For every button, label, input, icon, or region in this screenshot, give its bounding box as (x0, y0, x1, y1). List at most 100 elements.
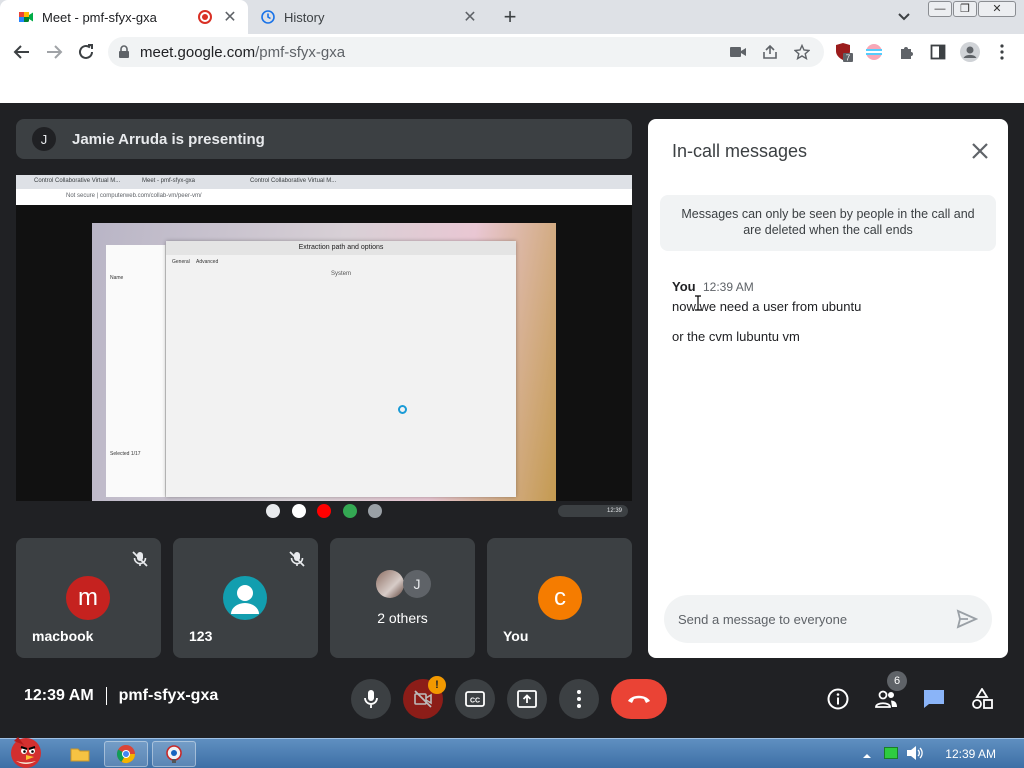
close-icon[interactable] (968, 139, 992, 163)
meeting-details-button[interactable] (825, 686, 851, 712)
back-button[interactable] (10, 40, 34, 64)
recording-icon (198, 10, 212, 24)
avatar: c (538, 576, 582, 620)
new-tab-button[interactable]: + (498, 4, 522, 30)
participant-name: macbook (32, 628, 94, 644)
file-list-header: Name (110, 275, 124, 281)
microphone-button[interactable] (351, 679, 391, 719)
meeting-time: 12:39 AM (24, 687, 94, 704)
people-count-badge: 6 (887, 671, 907, 691)
shared-browser-tabs: Control Collaborative Virtual M... Meet … (16, 175, 632, 189)
microphone-icon (364, 690, 378, 708)
text-cursor-icon (695, 295, 701, 311)
system-window-title: System (330, 271, 351, 277)
volume-icon[interactable] (906, 745, 924, 761)
profile-avatar-icon[interactable] (960, 42, 980, 62)
loading-spinner-icon (398, 405, 407, 414)
camera-warning-badge: ! (428, 676, 446, 694)
hang-up-icon (628, 695, 650, 703)
taskbar-chrome[interactable] (104, 741, 148, 767)
dialog-tab-general: General (172, 259, 190, 265)
avatar: m (66, 576, 110, 620)
start-button[interactable] (4, 731, 46, 768)
more-options-button[interactable] (559, 679, 599, 719)
closed-captions-icon: CC (465, 691, 485, 707)
message-time: 12:39 AM (703, 280, 754, 294)
close-tab-icon[interactable]: ✕ (462, 7, 478, 27)
tab-strip: Meet - pmf-sfyx-gxa ✕ History ✕ + — ❐ ✕ (0, 0, 1024, 34)
explorer-folder-icon[interactable] (70, 744, 90, 764)
taskbar-app[interactable] (152, 741, 196, 767)
meet-app-icon (343, 504, 357, 518)
participant-tile-others[interactable]: J 2 others (330, 538, 475, 658)
bookmark-star-icon[interactable] (792, 42, 812, 62)
shared-url: Not secure | computerweb.com/collab-vm/p… (66, 193, 202, 199)
extensions-puzzle-icon[interactable] (896, 42, 916, 62)
lock-icon (119, 45, 129, 58)
settings-icon (368, 504, 382, 518)
camera-in-use-icon[interactable] (728, 42, 748, 62)
participant-tile-you[interactable]: c You (487, 538, 632, 658)
shared-tab-3: Control Collaborative Virtual M... (250, 178, 337, 184)
network-status-icon[interactable] (884, 747, 898, 759)
restore-window-button[interactable]: ❐ (953, 1, 977, 17)
present-screen-icon (517, 690, 537, 708)
participant-tile-macbook[interactable]: m macbook (16, 538, 161, 658)
tab-meet[interactable]: Meet - pmf-sfyx-gxa ✕ (0, 0, 248, 34)
activities-button[interactable] (969, 686, 995, 712)
participant-tile-123[interactable]: 123 (173, 538, 318, 658)
send-icon[interactable] (956, 608, 978, 630)
extension-shield-icon[interactable]: 7 (834, 42, 854, 62)
google-meet-icon (19, 12, 33, 22)
message-sender: You (672, 279, 696, 294)
system-clock: 12:39 AM (945, 747, 996, 761)
shared-tab-1: Control Collaborative Virtual M... (34, 178, 121, 184)
reload-icon (79, 44, 93, 59)
minimize-window-button[interactable]: — (928, 1, 952, 17)
back-arrow-icon (13, 45, 29, 59)
shared-screen[interactable]: Control Collaborative Virtual M... Meet … (16, 175, 632, 521)
participant-name: 123 (189, 628, 213, 644)
info-icon (827, 688, 849, 710)
address-bar[interactable]: meet.google.com/pmf-sfyx-gxa (108, 37, 824, 67)
participant-name: 2 others (377, 610, 428, 626)
chat-button[interactable] (921, 686, 947, 712)
flag-extension-icon[interactable] (864, 42, 884, 62)
chat-composer (664, 595, 992, 643)
shared-address-bar: Not secure | computerweb.com/collab-vm/p… (16, 189, 632, 205)
chat-panel: In-call messages Messages can only be se… (648, 119, 1008, 658)
tab-history[interactable]: History ✕ (250, 0, 488, 34)
reload-button[interactable] (74, 40, 98, 64)
browser-menu-icon[interactable] (992, 42, 1012, 62)
leave-call-button[interactable] (611, 679, 667, 719)
default-avatar-icon (223, 576, 267, 620)
shared-desktop: Name Selected 1/17 Extraction path and o… (16, 205, 632, 501)
tab-search-chevron-icon[interactable] (893, 8, 915, 26)
dialog-title: Extraction path and options (166, 241, 516, 255)
tab-title: Meet - pmf-sfyx-gxa (42, 9, 157, 25)
presenter-avatar: J (32, 127, 56, 151)
extraction-dialog: Extraction path and options General Adva… (166, 241, 516, 497)
close-tab-icon[interactable]: ✕ (222, 7, 238, 27)
share-icon[interactable] (760, 42, 780, 62)
file-list-status: Selected 1/17 (110, 451, 141, 457)
forward-button[interactable] (42, 40, 66, 64)
shared-taskbar: 12:39 (16, 501, 632, 521)
meeting-code: pmf-sfyx-gxa (118, 687, 219, 704)
show-hidden-icons-icon[interactable] (862, 748, 872, 758)
app-icon (166, 745, 182, 763)
shared-clock: 12:39 (558, 505, 628, 517)
captions-button[interactable]: CC (455, 679, 495, 719)
present-button[interactable] (507, 679, 547, 719)
dialog-tab-advanced: Advanced (196, 259, 219, 265)
chat-notice: Messages can only be seen by people in t… (660, 195, 996, 251)
chat-message: or the cvm lubuntu vm (672, 329, 800, 344)
mic-off-icon (289, 551, 305, 567)
svg-text:CC: CC (470, 698, 480, 705)
shared-tab-2: Meet - pmf-sfyx-gxa (142, 178, 196, 184)
chat-input[interactable] (678, 611, 956, 627)
meet-stage: J Jamie Arruda is presenting Control Col… (0, 103, 1024, 738)
close-window-button[interactable]: ✕ (978, 1, 1016, 17)
camera-off-icon (414, 690, 432, 708)
side-panel-icon[interactable] (928, 42, 948, 62)
